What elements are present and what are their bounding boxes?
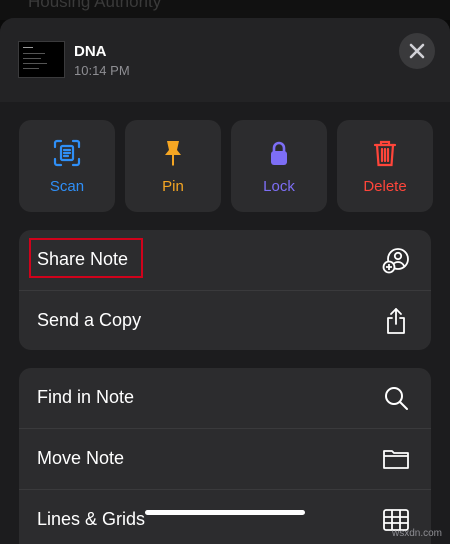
- tools-menu-group: Find in Note Move Note Lines & Grids: [19, 368, 431, 544]
- sheet-header: DNA 10:14 PM: [0, 18, 450, 102]
- move-note-label: Move Note: [37, 448, 125, 468]
- folder-icon: [383, 450, 409, 469]
- find-in-note-label: Find in Note: [37, 387, 135, 407]
- search-icon: [385, 387, 408, 410]
- watermark: wsxdn.com: [392, 528, 443, 539]
- scan-icon: [53, 139, 81, 167]
- find-in-note-row[interactable]: Find in Note: [19, 368, 431, 428]
- share-box-icon: [387, 308, 405, 334]
- delete-button[interactable]: Delete: [337, 120, 433, 212]
- pin-icon: [165, 141, 181, 166]
- pin-button[interactable]: Pin: [125, 120, 221, 212]
- share-note-row[interactable]: Share Note: [19, 230, 431, 290]
- close-icon: [409, 43, 425, 59]
- note-actions-sheet: DNA 10:14 PM Scan Pin Lock Delete Share …: [0, 18, 450, 544]
- lock-label: Lock: [263, 178, 295, 195]
- lines-grids-row[interactable]: Lines & Grids: [19, 490, 431, 544]
- lock-icon: [271, 141, 287, 165]
- note-title: DNA: [74, 43, 107, 60]
- background-peek-text: Housing Authority: [28, 0, 162, 11]
- share-person-icon: [382, 248, 409, 274]
- send-copy-row[interactable]: Send a Copy: [19, 291, 431, 350]
- note-timestamp: 10:14 PM: [74, 63, 130, 78]
- share-menu-group: Share Note Send a Copy: [19, 230, 431, 350]
- close-button[interactable]: [399, 33, 435, 69]
- lines-grids-label: Lines & Grids: [37, 509, 146, 529]
- send-copy-label: Send a Copy: [37, 310, 142, 330]
- move-note-row[interactable]: Move Note: [19, 429, 431, 489]
- background-app-peek: Housing Authority: [0, 0, 450, 20]
- pin-label: Pin: [162, 178, 184, 195]
- lock-button[interactable]: Lock: [231, 120, 327, 212]
- scan-button[interactable]: Scan: [19, 120, 115, 212]
- home-indicator: [145, 510, 305, 515]
- share-note-label: Share Note: [37, 249, 129, 269]
- scan-label: Scan: [49, 178, 85, 195]
- delete-label: Delete: [363, 178, 407, 195]
- note-thumbnail: [18, 41, 65, 78]
- trash-icon: [373, 140, 397, 167]
